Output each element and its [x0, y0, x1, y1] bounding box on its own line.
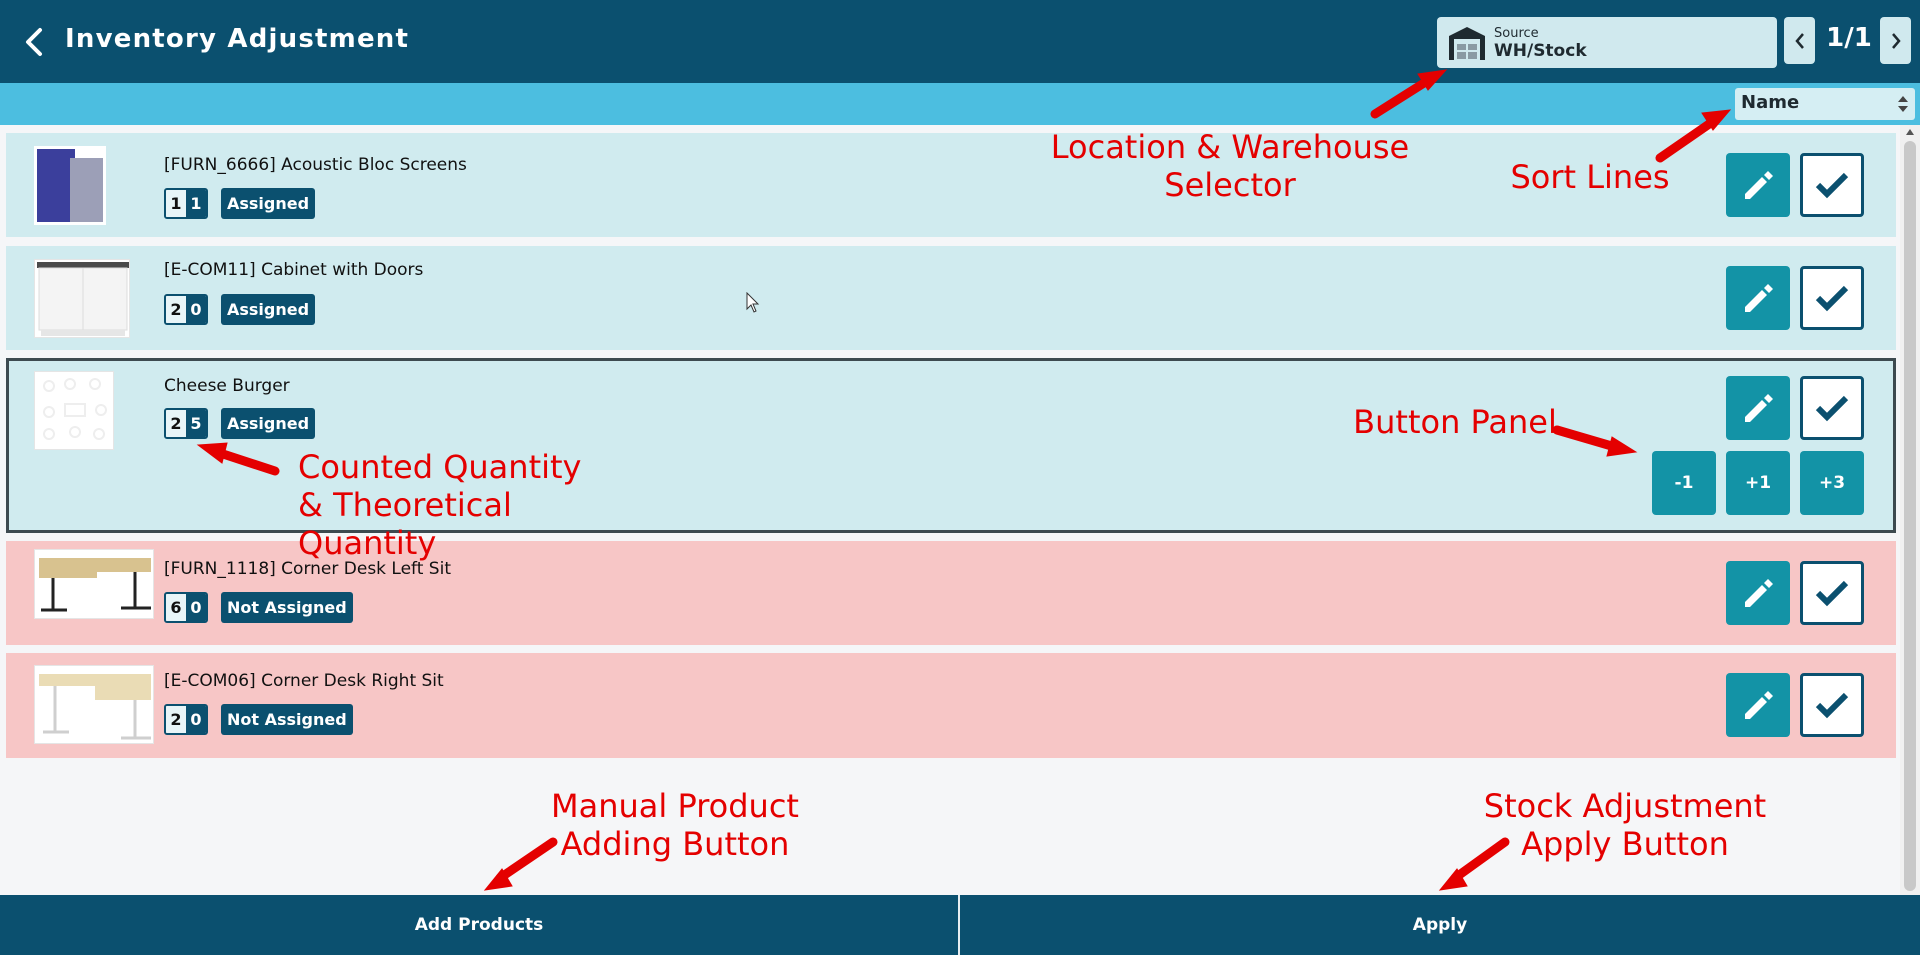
edit-button[interactable]: [1726, 561, 1790, 625]
warehouse-icon: [1449, 27, 1485, 60]
counted-quantity: 1: [166, 190, 186, 217]
product-line[interactable]: [FURN_1118] Corner Desk Left Sit 6 0 Not…: [6, 541, 1896, 645]
validate-button[interactable]: [1800, 376, 1864, 440]
annotation-button-panel: Button Panel: [1353, 403, 1557, 441]
checkmark-icon: [1815, 395, 1849, 422]
source-value: WH/Stock: [1494, 41, 1587, 61]
status-badge: Assigned: [221, 408, 316, 439]
pager-next-button[interactable]: [1880, 17, 1911, 64]
scrollbar-thumb[interactable]: [1904, 141, 1916, 891]
annotation-apply: Stock Adjustment Apply Button: [1483, 787, 1767, 863]
checkmark-icon: [1815, 285, 1849, 312]
control-bar: [0, 83, 1920, 125]
theoretical-quantity: 0: [186, 296, 206, 323]
scroll-up-arrow-icon[interactable]: [1900, 125, 1920, 139]
product-line-selected[interactable]: Cheese Burger 2 5 Assigned -1 +1 +3: [6, 358, 1896, 533]
sort-selected-value: Name: [1741, 92, 1800, 113]
product-name: [FURN_6666] Acoustic Bloc Screens: [164, 155, 467, 175]
counted-quantity: 2: [166, 706, 186, 733]
annotation-sort: Sort Lines: [1510, 158, 1670, 196]
quantity-indicator: 2 0: [164, 294, 208, 325]
product-image: [34, 146, 106, 225]
theoretical-quantity: 0: [186, 594, 206, 621]
status-badge: Not Assigned: [221, 592, 353, 623]
product-name: [E-COM11] Cabinet with Doors: [164, 260, 424, 280]
increment-three-button[interactable]: +3: [1800, 451, 1864, 515]
increment-one-button[interactable]: +1: [1726, 451, 1790, 515]
annotation-location: Location & Warehouse Selector: [1050, 128, 1410, 204]
location-selector[interactable]: Source WH/Stock: [1437, 17, 1777, 68]
pencil-icon: [1745, 691, 1773, 719]
checkmark-icon: [1815, 692, 1849, 719]
page-title: Inventory Adjustment: [65, 24, 410, 54]
product-name: Cheese Burger: [164, 376, 290, 396]
pager-value: 1/1: [1826, 23, 1872, 53]
product-image: [34, 665, 154, 744]
pencil-icon: [1745, 171, 1773, 199]
annotation-manual-add: Manual Product Adding Button: [551, 787, 799, 863]
sort-arrows-icon: [1898, 96, 1908, 112]
counted-quantity: 6: [166, 594, 186, 621]
quantity-indicator: 2 0: [164, 704, 208, 735]
quantity-indicator: 1 1: [164, 188, 208, 219]
product-name: [E-COM06] Corner Desk Right Sit: [164, 671, 444, 691]
quantity-indicator: 2 5: [164, 408, 208, 439]
product-image: [34, 371, 114, 450]
pencil-icon: [1745, 579, 1773, 607]
product-line[interactable]: [E-COM11] Cabinet with Doors 2 0 Assigne…: [6, 246, 1896, 350]
theoretical-quantity: 5: [186, 410, 206, 437]
theoretical-quantity: 1: [186, 190, 206, 217]
product-image: [34, 549, 154, 619]
counted-quantity: 2: [166, 410, 186, 437]
pager-previous-button[interactable]: [1784, 17, 1815, 64]
sort-select[interactable]: Name: [1735, 88, 1915, 120]
counted-quantity: 2: [166, 296, 186, 323]
pencil-icon: [1745, 284, 1773, 312]
product-image: [34, 259, 130, 338]
apply-button[interactable]: Apply: [960, 895, 1920, 955]
decrement-button[interactable]: -1: [1652, 451, 1716, 515]
annotation-quantity: Counted Quantity & Theoretical Quantity: [298, 448, 582, 562]
chevron-right-icon: [1891, 32, 1901, 49]
pencil-icon: [1745, 394, 1773, 422]
checkmark-icon: [1815, 580, 1849, 607]
validate-button[interactable]: [1800, 561, 1864, 625]
product-line[interactable]: [E-COM06] Corner Desk Right Sit 2 0 Not …: [6, 653, 1896, 758]
quantity-indicator: 6 0: [164, 592, 208, 623]
chevron-left-icon: [1794, 32, 1804, 49]
mouse-cursor-icon: [746, 292, 760, 313]
status-badge: Assigned: [221, 294, 316, 325]
source-label: Source: [1494, 26, 1539, 41]
back-button[interactable]: [18, 26, 50, 58]
status-badge: Assigned: [221, 188, 316, 219]
product-lines-list: [FURN_6666] Acoustic Bloc Screens 1 1 As…: [0, 125, 1900, 895]
chevron-left-icon: [26, 28, 42, 56]
edit-button[interactable]: [1726, 376, 1790, 440]
edit-button[interactable]: [1726, 673, 1790, 737]
top-bar: Inventory Adjustment Source WH/Stock 1/1: [0, 0, 1920, 83]
validate-button[interactable]: [1800, 673, 1864, 737]
product-name: [FURN_1118] Corner Desk Left Sit: [164, 559, 451, 579]
validate-button[interactable]: [1800, 153, 1864, 217]
app-root: Inventory Adjustment Source WH/Stock 1/1…: [0, 0, 1920, 955]
add-products-button[interactable]: Add Products: [0, 895, 958, 955]
validate-button[interactable]: [1800, 266, 1864, 330]
vertical-scrollbar[interactable]: [1900, 125, 1920, 895]
checkmark-icon: [1815, 172, 1849, 199]
theoretical-quantity: 0: [186, 706, 206, 733]
edit-button[interactable]: [1726, 266, 1790, 330]
edit-button[interactable]: [1726, 153, 1790, 217]
status-badge: Not Assigned: [221, 704, 353, 735]
